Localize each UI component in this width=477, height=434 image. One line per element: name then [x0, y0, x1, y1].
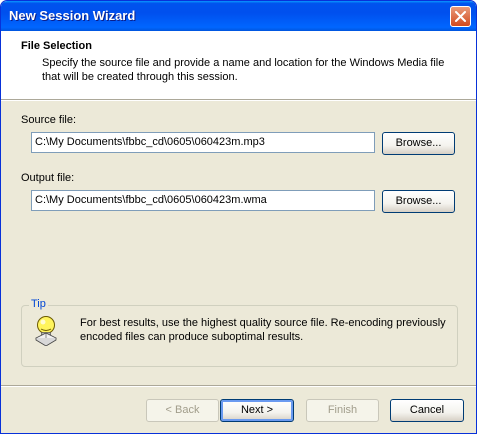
source-file-input[interactable]: C:\My Documents\fbbc_cd\0605\060423m.mp3: [31, 132, 375, 153]
close-button[interactable]: [450, 6, 471, 27]
footer-divider-highlight: [1, 386, 476, 387]
output-file-input[interactable]: C:\My Documents\fbbc_cd\0605\060423m.wma: [31, 190, 375, 211]
wizard-header: File Selection Specify the source file a…: [1, 31, 476, 99]
finish-button[interactable]: Finish: [306, 399, 379, 422]
output-file-label: Output file:: [21, 172, 75, 184]
window-title: New Session Wizard: [9, 8, 136, 23]
next-button[interactable]: Next >: [220, 399, 294, 422]
source-browse-button[interactable]: Browse...: [382, 132, 455, 155]
tip-group-label: Tip: [29, 298, 48, 310]
output-browse-button[interactable]: Browse...: [382, 190, 455, 213]
page-description: Specify the source file and provide a na…: [42, 57, 445, 83]
close-icon: [455, 11, 466, 22]
tip-text: For best results, use the highest qualit…: [80, 317, 446, 343]
page-title: File Selection: [21, 40, 92, 52]
header-divider-highlight: [1, 100, 476, 101]
cancel-button[interactable]: Cancel: [390, 399, 464, 422]
source-file-label: Source file:: [21, 114, 77, 126]
wizard-window: New Session Wizard File Selection Specif…: [0, 0, 477, 434]
lightbulb-icon: [34, 314, 60, 349]
back-button[interactable]: < Back: [146, 399, 219, 422]
title-bar[interactable]: New Session Wizard: [1, 1, 476, 31]
